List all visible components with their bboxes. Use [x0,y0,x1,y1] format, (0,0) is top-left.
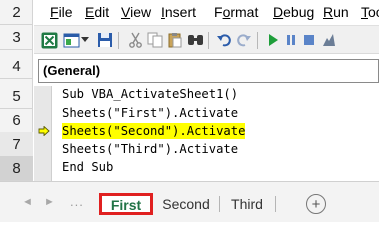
row-header-5[interactable]: 5 [0,84,33,109]
menu-view-rest: iew [130,4,152,20]
sheet-tab-first[interactable]: First [99,193,153,215]
cut-icon[interactable] [126,31,144,49]
undo-icon[interactable] [215,31,233,49]
menu-view[interactable]: View [121,4,151,20]
menu-format-rest: rmat [230,4,259,20]
execution-pointer-icon [38,126,50,136]
toolbar-separator [208,32,209,49]
run-icon[interactable] [264,31,282,49]
paste-icon[interactable] [166,31,184,49]
code-window[interactable]: Sub VBA_ActivateSheet1() Sheets("First")… [34,86,379,181]
sheet-tab-second[interactable]: Second [153,193,219,215]
row-header-column: 2 3 4 5 6 7 8 [0,0,33,181]
scroll-tabs-left-icon[interactable]: ◄ [22,196,33,208]
menu-view-mnemonic: V [121,4,131,20]
break-icon[interactable] [282,31,300,49]
menu-file-rest: ile [58,4,73,20]
scroll-tabs-right-icon[interactable]: ► [44,196,55,208]
menu-run[interactable]: Run [323,4,349,20]
row-header-4[interactable]: 4 [0,54,33,79]
toolbar-separator [118,32,119,49]
menu-tools-rest: ools [368,4,379,20]
row-header-6[interactable]: 6 [0,108,33,133]
menu-edit-rest: dit [94,4,110,20]
menu-debug-mnemonic: D [273,4,284,20]
menu-insert-rest: nsert [164,4,197,20]
add-sheet-button[interactable]: + [306,194,326,214]
menu-edit[interactable]: Edit [85,4,109,20]
menu-file-mnemonic: F [50,4,59,20]
redo-icon[interactable] [235,31,253,49]
code-line[interactable]: Sheets("First").Activate [62,105,238,121]
dropdown-arrow-icon[interactable] [80,31,90,49]
row-header-8[interactable]: 8 [0,156,33,181]
tab-divider [275,196,276,212]
menu-bar: File Edit View Insert Format Debug Run T… [34,0,379,25]
menu-format[interactable]: Format [214,4,258,20]
menu-run-rest: un [333,4,349,20]
vba-editor-window: File Edit View Insert Format Debug Run T… [34,0,379,181]
row-header-2[interactable]: 2 [0,0,33,25]
standard-toolbar [34,25,379,54]
procedure-dropdown[interactable]: (General) [38,59,379,83]
design-mode-icon[interactable] [320,31,338,49]
copy-icon[interactable] [146,31,164,49]
reset-icon[interactable] [300,31,318,49]
toolbar-separator [257,32,258,49]
menu-tools-mnemonic: T [361,4,368,20]
menu-file[interactable]: File [50,4,73,20]
more-tabs-icon[interactable]: ... [70,194,84,209]
save-icon[interactable] [96,31,114,49]
menu-run-mnemonic: R [323,4,334,20]
menu-edit-mnemonic: E [85,4,95,20]
menu-insert[interactable]: Insert [161,4,196,20]
excel-icon[interactable] [40,31,58,49]
find-icon[interactable] [186,31,204,49]
sheet-tab-third[interactable]: Third [220,193,274,215]
plus-icon: + [311,195,321,213]
code-line[interactable]: Sub VBA_ActivateSheet1() [62,86,238,102]
row-header-7[interactable]: 7 [0,132,33,157]
code-line[interactable]: Sheets("Third").Activate [62,141,238,157]
menu-debug-rest: ebug [283,4,315,20]
menu-format-pre: F [214,4,223,20]
row-header-3[interactable]: 3 [0,25,33,50]
insert-module-icon[interactable] [62,31,80,49]
menu-debug[interactable]: Debug [273,4,314,20]
menu-tools[interactable]: Tools [361,4,379,20]
code-line[interactable]: End Sub [62,159,113,175]
procedure-dropdown-value: (General) [43,63,101,78]
code-line-highlighted[interactable]: Sheets("Second").Activate [62,123,246,139]
